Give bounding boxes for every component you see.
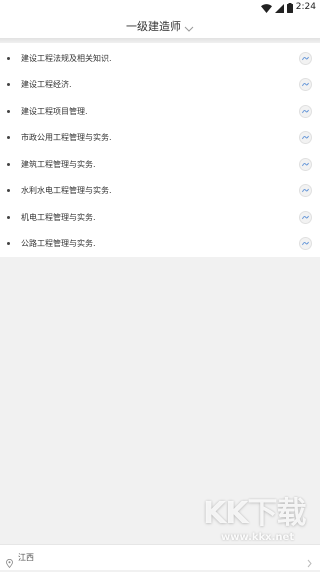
subject-label: 水利水电工程管理与实务. bbox=[21, 185, 112, 195]
enter-subject-icon[interactable] bbox=[299, 130, 312, 144]
enter-subject-icon[interactable] bbox=[299, 157, 312, 171]
subject-list: 建设工程法规及相关知识. 建设工程经济. 建设工程项目管理. 市政公用工程管理与… bbox=[0, 43, 320, 257]
enter-subject-icon[interactable] bbox=[299, 51, 312, 65]
watermark-logo: KK下载 bbox=[203, 496, 306, 531]
enter-subject-icon[interactable] bbox=[299, 236, 312, 250]
list-item[interactable]: 机电工程管理与实务. bbox=[0, 204, 320, 230]
subject-label: 公路工程管理与实务. bbox=[21, 238, 96, 248]
location-label: 江西 bbox=[18, 553, 34, 562]
bullet-dot bbox=[7, 241, 10, 245]
enter-subject-icon[interactable] bbox=[299, 210, 312, 224]
list-item[interactable]: 公路工程管理与实务. bbox=[0, 230, 320, 256]
status-time: 2:24 bbox=[295, 2, 316, 12]
bullet-dot bbox=[7, 188, 10, 192]
status-icons: 2:24 bbox=[260, 1, 316, 13]
exam-selector[interactable]: 一级建造师 bbox=[126, 17, 194, 36]
subject-label: 建设工程经济. bbox=[21, 79, 72, 89]
subject-label: 建筑工程管理与实务. bbox=[21, 159, 96, 169]
page-title: 一级建造师 bbox=[126, 20, 181, 33]
location-pin-icon bbox=[6, 553, 13, 572]
list-item[interactable]: 建筑工程管理与实务. bbox=[0, 151, 320, 177]
list-item[interactable]: 建设工程经济. bbox=[0, 71, 320, 97]
watermark-url: www.kkx.net bbox=[221, 532, 295, 543]
subject-label: 建设工程项目管理. bbox=[21, 106, 88, 116]
list-item[interactable]: 建设工程项目管理. bbox=[0, 98, 320, 124]
bullet-dot bbox=[7, 109, 10, 113]
bullet-dot bbox=[7, 56, 10, 60]
enter-subject-icon[interactable] bbox=[299, 183, 312, 197]
location-bar[interactable]: 江西 bbox=[0, 544, 320, 570]
app-header: 一级建造师 bbox=[0, 14, 320, 38]
bullet-dot bbox=[7, 135, 10, 139]
chevron-right-icon bbox=[307, 553, 312, 572]
list-item[interactable]: 水利水电工程管理与实务. bbox=[0, 177, 320, 203]
enter-subject-icon[interactable] bbox=[299, 104, 312, 118]
status-bar: 2:24 bbox=[0, 0, 320, 14]
bullet-dot bbox=[7, 162, 10, 166]
subject-label: 市政公用工程管理与实务. bbox=[21, 132, 112, 142]
bullet-dot bbox=[7, 82, 10, 86]
subject-label: 建设工程法规及相关知识. bbox=[21, 53, 112, 63]
chevron-down-icon bbox=[184, 17, 194, 36]
subject-label: 机电工程管理与实务. bbox=[21, 212, 96, 222]
list-item[interactable]: 建设工程法规及相关知识. bbox=[0, 45, 320, 71]
list-item[interactable]: 市政公用工程管理与实务. bbox=[0, 124, 320, 150]
bullet-dot bbox=[7, 215, 10, 219]
enter-subject-icon[interactable] bbox=[299, 77, 312, 91]
